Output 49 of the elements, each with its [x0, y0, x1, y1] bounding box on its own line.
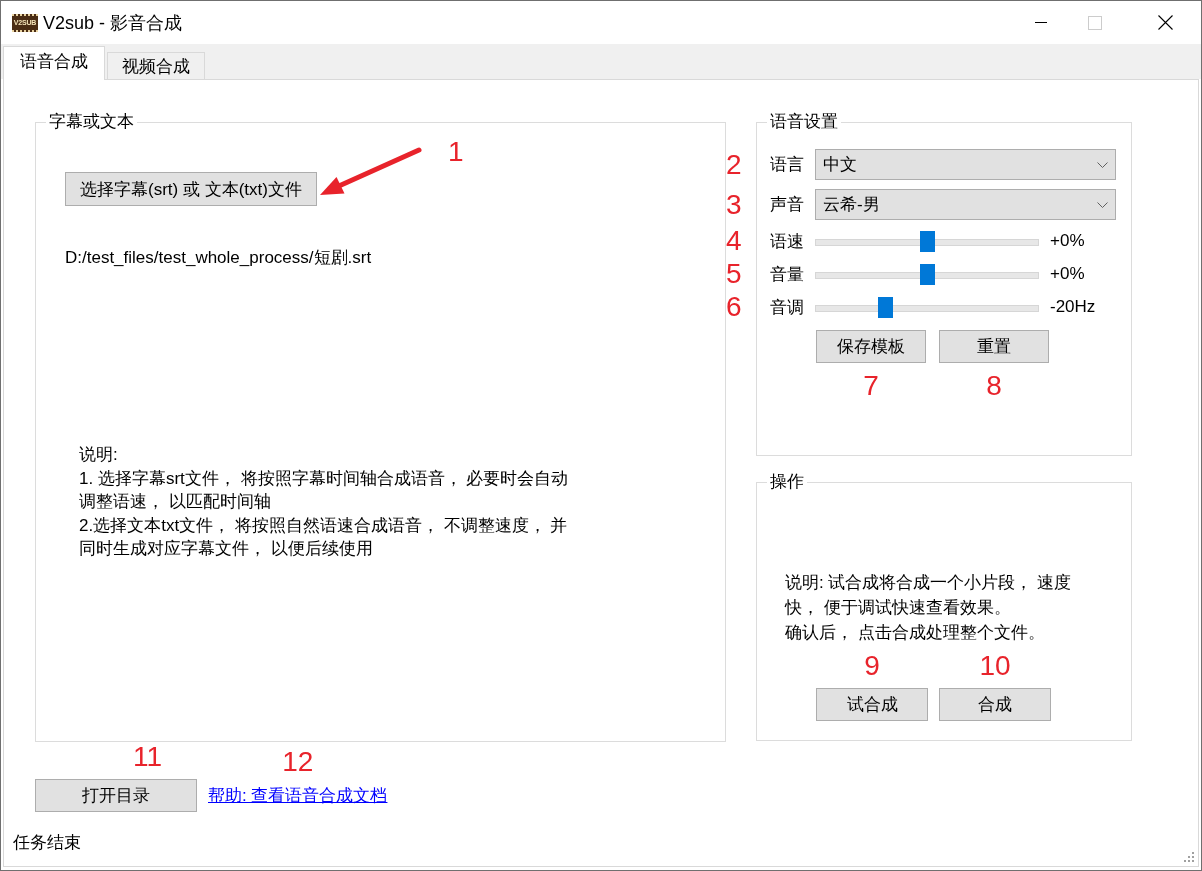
slider-thumb[interactable]	[919, 230, 935, 252]
chevron-down-icon	[1097, 161, 1108, 168]
slider-value: -20Hz	[1050, 297, 1096, 317]
field-label: 语言	[770, 154, 805, 176]
field-label: 音调	[770, 296, 805, 319]
tab[interactable]: 语音合成	[3, 46, 105, 80]
slider-thumb[interactable]	[919, 263, 935, 285]
callout-number: 3	[726, 190, 742, 219]
open-folder-button[interactable]: 打开目录	[35, 779, 197, 812]
action-button[interactable]: 保存模板	[816, 330, 926, 363]
slider[interactable]	[815, 230, 1039, 252]
choose-file-button[interactable]: 选择字幕(srt) 或 文本(txt)文件	[65, 172, 317, 206]
action-button[interactable]: 重置	[939, 330, 1049, 363]
callout-number: 8	[986, 372, 1002, 400]
callout-number: 5	[726, 260, 742, 288]
group-title: 语音设置	[769, 112, 839, 132]
close-icon[interactable]	[1158, 15, 1173, 30]
callout-number: 9	[864, 652, 880, 680]
chevron-down-icon	[1097, 201, 1108, 208]
dropdown[interactable]: 云希-男	[815, 189, 1116, 220]
callout-number: 11	[133, 743, 163, 771]
field-label: 语速	[770, 230, 805, 253]
note-text: 说明: 试合成将合成一个小片段， 速度 快， 便于调试快速查看效果。 确认后， 点击合成处理整个文件。	[785, 572, 1072, 644]
slider[interactable]	[815, 296, 1039, 318]
slider-value: +0%	[1050, 231, 1085, 251]
group-title: 字幕或文本	[48, 112, 135, 132]
tab[interactable]: 视频合成	[107, 52, 205, 79]
dropdown[interactable]: 中文	[815, 149, 1116, 180]
callout-number: 12	[282, 748, 314, 776]
action-button[interactable]: 合成	[939, 688, 1051, 721]
callout-number: 2	[726, 150, 742, 179]
field-label: 声音	[770, 194, 805, 216]
resize-grip-icon[interactable]	[1184, 852, 1195, 863]
status-text: 任务结束	[13, 832, 81, 854]
slider[interactable]	[815, 263, 1039, 285]
callout-number: 10	[979, 652, 1011, 680]
field-label: 音量	[770, 263, 805, 286]
slider-value: +0%	[1050, 264, 1085, 284]
callout-number: 1	[447, 138, 464, 166]
callout-number: 7	[863, 372, 879, 400]
group-title: 操作	[769, 472, 805, 492]
window-title: V2sub - 影音合成	[43, 11, 183, 35]
help-link[interactable]: 帮助: 查看语音合成文档	[208, 786, 388, 805]
callout-number: 6	[726, 293, 742, 321]
action-button[interactable]: 试合成	[816, 688, 928, 721]
file-path-text: D:/test_files/test_whole_process/短剧.srt	[65, 247, 372, 269]
slider-thumb[interactable]	[877, 296, 893, 318]
instructions-text: 说明: 1. 选择字幕srt文件， 将按照字幕时间轴合成语音， 必要时会自动 调整语速， 以匹配时间轴 2.选择文本txt文件， 将按照自然语速合成语音， 不调整速度， 并 同时生成对应字幕文件， 以便后续使用	[79, 444, 569, 560]
callout-number: 4	[726, 227, 742, 255]
